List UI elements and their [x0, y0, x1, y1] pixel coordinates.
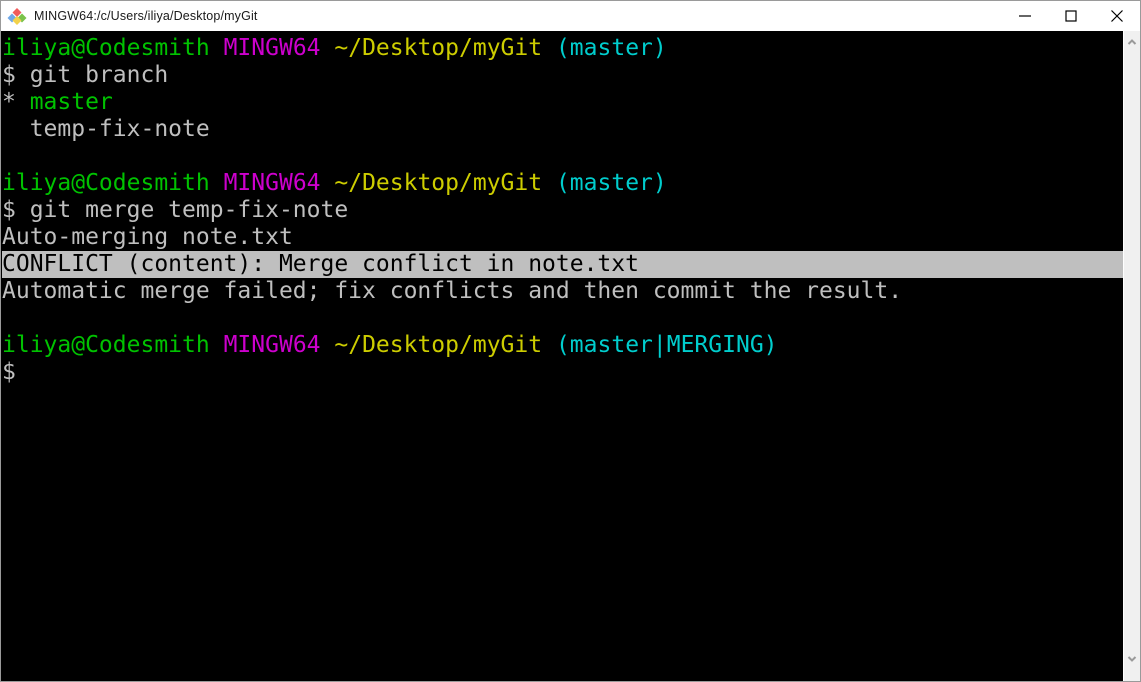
prompt-shell: MINGW64	[223, 170, 321, 196]
prompt-user-host: iliya@Codesmith	[2, 35, 210, 61]
git-bash-diamond-icon	[6, 5, 28, 27]
prompt-branch: (master)	[555, 35, 667, 61]
command-line-git-merge: $ git merge temp-fix-note	[2, 197, 1124, 224]
output-conflict: CONFLICT (content): Merge conflict in no…	[2, 251, 1124, 278]
prompt-line: iliya@Codesmith MINGW64 ~/Desktop/myGit …	[2, 170, 1124, 197]
branch-list-other: temp-fix-note	[2, 116, 1124, 143]
scrollbar-down-button[interactable]	[1124, 650, 1140, 667]
scrollbar-up-button[interactable]	[1124, 33, 1140, 50]
prompt-path: ~/Desktop/myGit	[334, 35, 543, 61]
chevron-up-icon	[1127, 38, 1137, 45]
prompt-symbol: $	[2, 359, 16, 385]
maximize-icon	[1065, 10, 1077, 22]
prompt-branch-merging: (master|MERGING)	[555, 332, 778, 358]
current-branch-name: master	[29, 89, 113, 115]
prompt-path: ~/Desktop/myGit	[334, 332, 543, 358]
output-merge-failed: Automatic merge failed; fix conflicts an…	[2, 278, 903, 304]
command-text: git branch	[15, 62, 169, 88]
chevron-down-icon	[1127, 655, 1137, 662]
prompt-user-host: iliya@Codesmith	[2, 170, 210, 196]
scrollbar-track[interactable]	[1124, 50, 1140, 650]
active-input-line[interactable]: $	[2, 359, 1124, 386]
window-title: MINGW64:/c/Users/iliya/Desktop/myGit	[34, 9, 258, 23]
window-controls	[1002, 1, 1140, 31]
prompt-user-host: iliya@Codesmith	[2, 332, 210, 358]
terminal-output[interactable]: iliya@Codesmith MINGW64 ~/Desktop/myGit …	[2, 32, 1124, 681]
prompt-symbol: $	[2, 197, 16, 223]
terminal-scrollbar[interactable]	[1123, 31, 1140, 681]
branch-list-current: * master	[2, 89, 1124, 116]
titlebar[interactable]: MINGW64:/c/Users/iliya/Desktop/myGit	[1, 1, 1140, 31]
current-branch-marker: *	[2, 89, 30, 115]
prompt-shell: MINGW64	[223, 332, 321, 358]
command-line-git-branch: $ git branch	[2, 62, 1124, 89]
close-button[interactable]	[1094, 1, 1140, 31]
prompt-shell: MINGW64	[223, 35, 321, 61]
command-text: git merge temp-fix-note	[15, 197, 349, 223]
maximize-button[interactable]	[1048, 1, 1094, 31]
minimize-button[interactable]	[1002, 1, 1048, 31]
minimize-icon	[1019, 15, 1031, 17]
mingw64-terminal-window: MINGW64:/c/Users/iliya/Desktop/myGit ili…	[0, 0, 1141, 682]
prompt-line-merging: iliya@Codesmith MINGW64 ~/Desktop/myGit …	[2, 332, 1124, 359]
output-auto-merging: Auto-merging note.txt	[2, 224, 293, 250]
prompt-line: iliya@Codesmith MINGW64 ~/Desktop/myGit …	[2, 35, 1124, 62]
terminal-area[interactable]: iliya@Codesmith MINGW64 ~/Desktop/myGit …	[1, 31, 1140, 681]
prompt-branch: (master)	[555, 170, 667, 196]
prompt-path: ~/Desktop/myGit	[334, 170, 543, 196]
prompt-symbol: $	[2, 62, 16, 88]
close-icon	[1111, 10, 1123, 22]
other-branch-name: temp-fix-note	[2, 116, 210, 142]
